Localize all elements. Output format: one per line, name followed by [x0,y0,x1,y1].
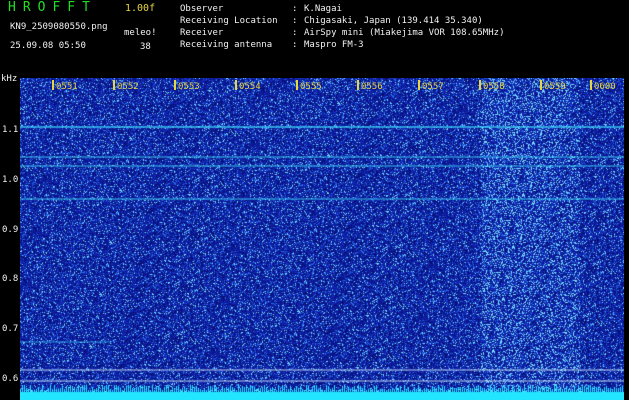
info-value: Chigasaki, Japan (139.414 35.340) [304,16,483,26]
spectrogram-plot [20,78,624,400]
date-time: 25.09.08 05:50 [10,41,86,51]
info-row-location: Receiving Location : Chigasaki, Japan (1… [180,15,504,27]
x-tick-label: 0552 [117,82,139,92]
x-tick-mark [296,80,298,90]
y-tick-label: 0.6 [2,374,19,384]
station-info: Observer : K.Nagai Receiving Location : … [180,3,504,51]
info-row-observer: Observer : K.Nagai [180,3,504,15]
x-tick-mark [590,80,592,90]
x-tick-mark [235,80,237,90]
spectrogram-canvas [20,78,624,400]
x-tick-mark [52,80,54,90]
info-separator: : [292,28,298,38]
x-tick-mark [540,80,542,90]
file-name: KN9_2509080550.png [10,22,108,32]
y-tick-label: 1.1 [2,125,19,135]
x-tick-label: 0555 [300,82,322,92]
x-tick-mark [418,80,420,90]
x-tick-mark [174,80,176,90]
info-label: Observer [180,4,224,14]
y-tick-label: 1.0 [2,175,19,185]
x-tick-mark [357,80,359,90]
info-separator: : [292,4,298,14]
y-axis-unit: kHz [1,74,18,84]
y-tick-label: 0.9 [2,225,19,235]
x-tick-label: 0553 [178,82,200,92]
x-tick-label: 0557 [422,82,444,92]
info-value: Maspro FM-3 [304,40,364,50]
x-tick-label: 0551 [56,82,78,92]
info-label: Receiver [180,28,224,38]
x-tick-label: 0556 [361,82,383,92]
x-tick-label: 0558 [483,82,505,92]
info-label: Receiving Location [180,16,278,26]
x-tick-mark [479,80,481,90]
y-tick-label: 0.7 [2,324,19,334]
meteor-count: 38 [140,42,151,52]
meteor-label: meleo! [124,28,157,38]
info-separator: : [292,40,298,50]
y-tick-label: 0.8 [2,274,19,284]
info-value: K.Nagai [304,4,342,14]
info-value: AirSpy mini (Miakejima VOR 108.65MHz) [304,28,505,38]
info-separator: : [292,16,298,26]
x-tick-label: 0554 [239,82,261,92]
info-row-antenna: Receiving antenna : Maspro FM-3 [180,39,504,51]
x-tick-mark [113,80,115,90]
info-row-receiver: Receiver : AirSpy mini (Miakejima VOR 10… [180,27,504,39]
info-label: Receiving antenna [180,40,273,50]
x-tick-label: 0600 [594,82,616,92]
x-tick-label: 0559 [544,82,566,92]
version-label: 1.00f [125,3,156,14]
app-title: HROFFT [8,0,97,15]
